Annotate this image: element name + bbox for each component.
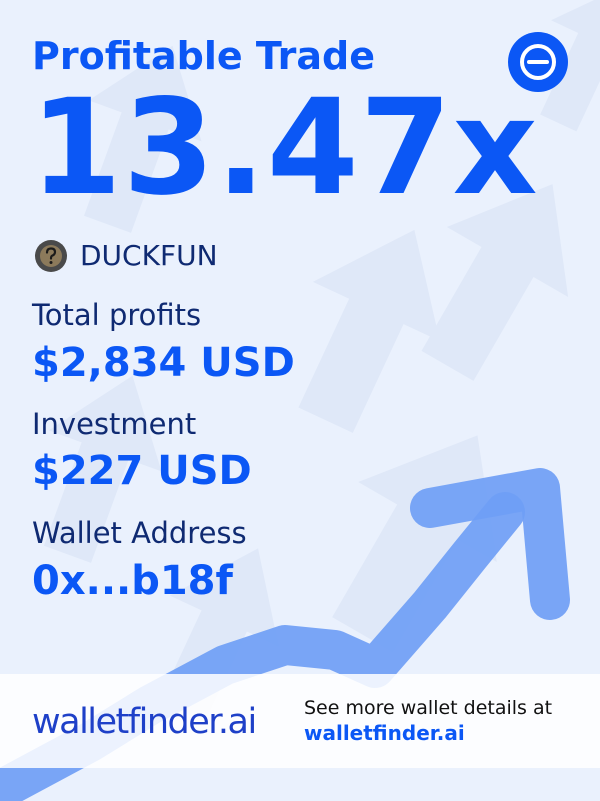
total-profits-value: $2,834 USD [32,340,295,386]
promo-link[interactable]: walletfinder.ai [304,720,465,746]
token-name: DUCKFUN [80,239,218,272]
minus-circle-icon [508,32,568,92]
investment-value: $227 USD [32,448,252,494]
promo-text: See more wallet details at [304,697,553,719]
question-mark-token-icon [35,240,67,272]
walletfinder-logo[interactable]: walletfinder.ai [32,700,257,744]
total-profits-label: Total profits [32,298,202,332]
wallet-address-value: 0x...b18f [32,558,233,604]
investment-label: Investment [32,407,197,441]
profit-multiplier: 13.47x [30,71,539,225]
token-row: DUCKFUN [34,238,218,274]
footer-banner: walletfinder.ai See more wallet details … [0,674,600,768]
wallet-address-label: Wallet Address [32,516,247,550]
